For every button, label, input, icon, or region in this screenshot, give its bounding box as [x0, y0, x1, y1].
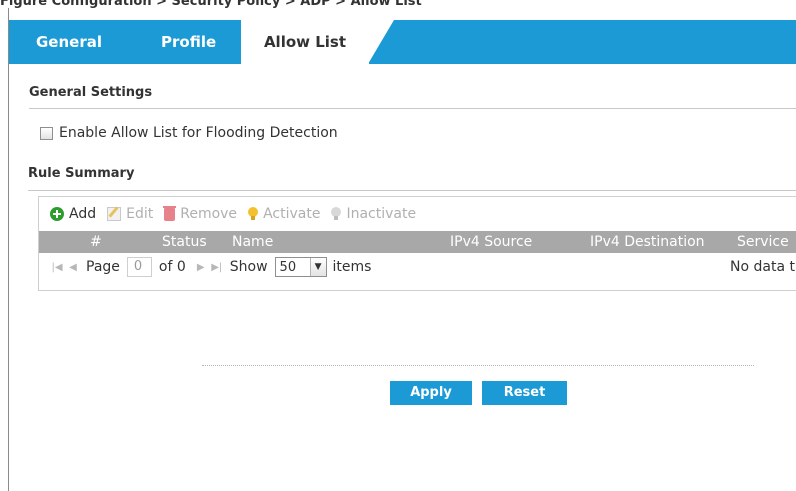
items-label: items [332, 259, 372, 275]
edit-icon [107, 207, 122, 221]
last-page-icon[interactable]: ▶| [209, 262, 225, 273]
page-number-input[interactable]: 0 [126, 257, 152, 277]
tab-general[interactable]: General [36, 20, 102, 64]
rule-summary-grid: Add Edit Remove Activate Inactivate # St… [38, 196, 796, 291]
edit-button[interactable]: Edit [107, 206, 153, 222]
show-label: Show [229, 259, 268, 275]
tab-allow-list[interactable]: Allow List [241, 20, 369, 64]
column-header-service[interactable]: Service [737, 231, 789, 253]
tab-notch [368, 20, 394, 64]
page-size-select[interactable]: 50 ▼ [274, 257, 327, 277]
column-header-status[interactable]: Status [162, 231, 207, 253]
add-label: Add [69, 206, 97, 222]
allow-list-panel: General Profile Allow List General Setti… [8, 8, 796, 491]
first-page-icon[interactable]: |◀ [49, 262, 65, 273]
grid-pager: |◀ ◀ Page 0 of 0 ▶ ▶| Show 50 ▼ items No… [39, 254, 796, 280]
rule-summary-divider [28, 190, 796, 191]
enable-allow-list-checkbox[interactable] [40, 126, 53, 140]
trash-icon [163, 205, 177, 221]
previous-page-icon[interactable]: ◀ [65, 262, 81, 273]
add-button[interactable]: Add [50, 206, 96, 222]
reset-button[interactable]: Reset [482, 381, 567, 405]
general-settings-title: General Settings [29, 85, 153, 100]
edit-label: Edit [126, 206, 154, 222]
apply-button[interactable]: Apply [390, 381, 472, 405]
enable-allow-list-row: Enable Allow List for Flooding Detection [40, 124, 338, 142]
general-settings-divider [29, 108, 796, 109]
lightbulb-on-icon [248, 207, 259, 221]
page-label: Page [86, 259, 120, 275]
next-page-icon[interactable]: ▶ [193, 262, 209, 273]
activate-label: Activate [263, 206, 321, 222]
add-icon [50, 207, 64, 221]
remove-label: Remove [180, 206, 238, 222]
column-header-ipv4-source[interactable]: IPv4 Source [450, 231, 532, 253]
chevron-down-icon[interactable]: ▼ [309, 258, 326, 276]
tab-bar: General Profile Allow List [9, 20, 796, 64]
inactivate-button[interactable]: Inactivate [331, 206, 416, 222]
tab-profile[interactable]: Profile [161, 20, 216, 64]
activate-button[interactable]: Activate [248, 206, 320, 222]
button-divider [202, 365, 754, 366]
no-data-message: No data t [730, 259, 795, 275]
enable-allow-list-label[interactable]: Enable Allow List for Flooding Detection [59, 125, 338, 141]
column-header-name[interactable]: Name [232, 231, 273, 253]
page-count-label: of 0 [158, 259, 186, 275]
column-header-number[interactable]: # [90, 231, 102, 253]
figure-caption-strip: Figure Configuration > Security Policy >… [0, 0, 796, 8]
page-size-value: 50 [279, 259, 297, 275]
column-header-ipv4-destination[interactable]: IPv4 Destination [590, 231, 705, 253]
inactivate-label: Inactivate [346, 206, 417, 222]
grid-header: # Status Name IPv4 Source IPv4 Destinati… [39, 231, 796, 253]
grid-toolbar: Add Edit Remove Activate Inactivate [39, 197, 796, 231]
remove-button[interactable]: Remove [163, 205, 238, 222]
rule-summary-title: Rule Summary [28, 166, 135, 181]
figure-caption: Figure Configuration > Security Policy >… [0, 0, 422, 8]
lightbulb-off-icon [331, 207, 342, 221]
